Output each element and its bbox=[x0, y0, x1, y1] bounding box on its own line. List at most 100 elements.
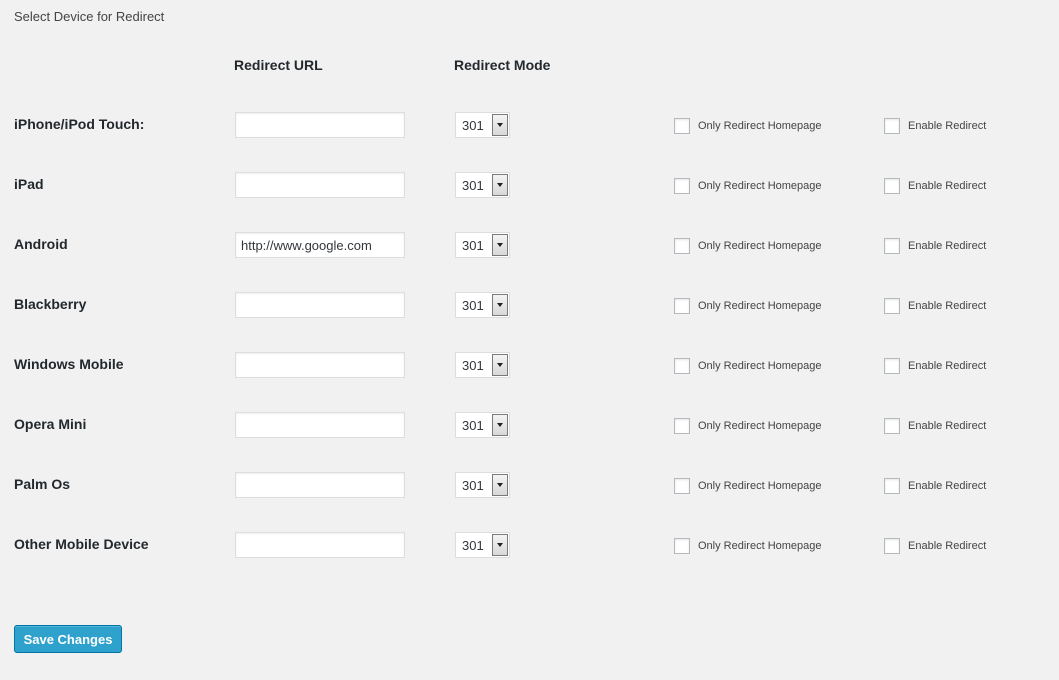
enable-redirect-checkbox[interactable] bbox=[884, 538, 900, 554]
column-header-redirect-url: Redirect URL bbox=[234, 57, 323, 73]
enable-redirect-label: Enable Redirect bbox=[908, 420, 987, 432]
device-label: Other Mobile Device bbox=[14, 536, 149, 552]
redirect-mode-value: 301 bbox=[462, 178, 484, 193]
chevron-down-icon[interactable] bbox=[492, 354, 508, 376]
redirect-mode-value: 301 bbox=[462, 238, 484, 253]
device-label: iPhone/iPod Touch: bbox=[14, 116, 145, 132]
only-redirect-homepage-label: Only Redirect Homepage bbox=[698, 120, 822, 132]
only-redirect-homepage-option[interactable]: Only Redirect Homepage bbox=[674, 538, 822, 554]
device-label: Opera Mini bbox=[14, 416, 87, 432]
save-changes-button[interactable]: Save Changes bbox=[14, 625, 122, 653]
redirect-url-input[interactable] bbox=[235, 232, 405, 258]
chevron-down-icon[interactable] bbox=[492, 294, 508, 316]
enable-redirect-checkbox[interactable] bbox=[884, 298, 900, 314]
redirect-mode-select[interactable]: 301 bbox=[455, 532, 510, 558]
redirect-mode-select[interactable]: 301 bbox=[455, 292, 510, 318]
only-redirect-homepage-checkbox[interactable] bbox=[674, 418, 690, 434]
only-redirect-homepage-option[interactable]: Only Redirect Homepage bbox=[674, 358, 822, 374]
device-row-opera-mini: Opera Mini 301 Only Redirect Homepage Enabl… bbox=[0, 410, 1059, 438]
enable-redirect-label: Enable Redirect bbox=[908, 180, 987, 192]
enable-redirect-checkbox[interactable] bbox=[884, 478, 900, 494]
enable-redirect-option[interactable]: Enable Redirect bbox=[884, 238, 986, 254]
redirect-mode-select[interactable]: 301 bbox=[455, 172, 510, 198]
chevron-down-icon[interactable] bbox=[492, 534, 508, 556]
only-redirect-homepage-option[interactable]: Only Redirect Homepage bbox=[674, 478, 822, 494]
only-redirect-homepage-checkbox[interactable] bbox=[674, 178, 690, 194]
enable-redirect-option[interactable]: Enable Redirect bbox=[884, 538, 986, 554]
only-redirect-homepage-option[interactable]: Only Redirect Homepage bbox=[674, 238, 822, 254]
enable-redirect-option[interactable]: Enable Redirect bbox=[884, 118, 986, 134]
only-redirect-homepage-option[interactable]: Only Redirect Homepage bbox=[674, 178, 822, 194]
only-redirect-homepage-label: Only Redirect Homepage bbox=[698, 420, 822, 432]
device-row-other-mobile-device: Other Mobile Device 301 Only Redirect Home… bbox=[0, 530, 1059, 558]
chevron-down-icon[interactable] bbox=[492, 474, 508, 496]
only-redirect-homepage-label: Only Redirect Homepage bbox=[698, 360, 822, 372]
only-redirect-homepage-label: Only Redirect Homepage bbox=[698, 300, 822, 312]
enable-redirect-checkbox[interactable] bbox=[884, 178, 900, 194]
redirect-mode-value: 301 bbox=[462, 118, 484, 133]
enable-redirect-label: Enable Redirect bbox=[908, 300, 987, 312]
only-redirect-homepage-option[interactable]: Only Redirect Homepage bbox=[674, 298, 822, 314]
only-redirect-homepage-checkbox[interactable] bbox=[674, 298, 690, 314]
redirect-mode-value: 301 bbox=[462, 298, 484, 313]
enable-redirect-label: Enable Redirect bbox=[908, 240, 987, 252]
redirect-url-input[interactable] bbox=[235, 412, 405, 438]
redirect-url-input[interactable] bbox=[235, 172, 405, 198]
only-redirect-homepage-option[interactable]: Only Redirect Homepage bbox=[674, 118, 822, 134]
device-row-ipad: iPad 301 Only Redirect Homepage Enable Redi… bbox=[0, 170, 1059, 198]
redirect-url-input[interactable] bbox=[235, 532, 405, 558]
enable-redirect-option[interactable]: Enable Redirect bbox=[884, 358, 986, 374]
chevron-down-icon[interactable] bbox=[492, 414, 508, 436]
only-redirect-homepage-label: Only Redirect Homepage bbox=[698, 480, 822, 492]
chevron-down-icon[interactable] bbox=[492, 234, 508, 256]
device-label: Android bbox=[14, 236, 68, 252]
redirect-mode-select[interactable]: 301 bbox=[455, 472, 510, 498]
enable-redirect-option[interactable]: Enable Redirect bbox=[884, 178, 986, 194]
redirect-url-input[interactable] bbox=[235, 112, 405, 138]
enable-redirect-option[interactable]: Enable Redirect bbox=[884, 418, 986, 434]
redirect-mode-value: 301 bbox=[462, 418, 484, 433]
redirect-mode-select[interactable]: 301 bbox=[455, 112, 510, 138]
only-redirect-homepage-checkbox[interactable] bbox=[674, 538, 690, 554]
chevron-down-icon[interactable] bbox=[492, 114, 508, 136]
only-redirect-homepage-option[interactable]: Only Redirect Homepage bbox=[674, 418, 822, 434]
enable-redirect-option[interactable]: Enable Redirect bbox=[884, 478, 986, 494]
redirect-mode-value: 301 bbox=[462, 358, 484, 373]
redirect-url-input[interactable] bbox=[235, 292, 405, 318]
only-redirect-homepage-label: Only Redirect Homepage bbox=[698, 180, 822, 192]
chevron-down-icon[interactable] bbox=[492, 174, 508, 196]
device-label: Blackberry bbox=[14, 296, 87, 312]
column-header-redirect-mode: Redirect Mode bbox=[454, 57, 551, 73]
enable-redirect-checkbox[interactable] bbox=[884, 358, 900, 374]
redirect-mode-select[interactable]: 301 bbox=[455, 232, 510, 258]
redirect-mode-value: 301 bbox=[462, 478, 484, 493]
enable-redirect-option[interactable]: Enable Redirect bbox=[884, 298, 986, 314]
device-row-iphone-ipod-touch: iPhone/iPod Touch: 301 Only Redirect Homep… bbox=[0, 110, 1059, 138]
only-redirect-homepage-checkbox[interactable] bbox=[674, 478, 690, 494]
device-row-blackberry: Blackberry 301 Only Redirect Homepage Enabl… bbox=[0, 290, 1059, 318]
only-redirect-homepage-checkbox[interactable] bbox=[674, 238, 690, 254]
redirect-mode-select[interactable]: 301 bbox=[455, 412, 510, 438]
redirect-url-input[interactable] bbox=[235, 472, 405, 498]
device-row-windows-mobile: Windows Mobile 301 Only Redirect Homepage E… bbox=[0, 350, 1059, 378]
enable-redirect-checkbox[interactable] bbox=[884, 418, 900, 434]
enable-redirect-label: Enable Redirect bbox=[908, 360, 987, 372]
device-row-palm-os: Palm Os 301 Only Redirect Homepage Enable R… bbox=[0, 470, 1059, 498]
redirect-url-input[interactable] bbox=[235, 352, 405, 378]
enable-redirect-label: Enable Redirect bbox=[908, 540, 987, 552]
enable-redirect-label: Enable Redirect bbox=[908, 480, 987, 492]
enable-redirect-checkbox[interactable] bbox=[884, 238, 900, 254]
redirect-mode-select[interactable]: 301 bbox=[455, 352, 510, 378]
device-label: iPad bbox=[14, 176, 44, 192]
device-row-android: Android 301 Only Redirect Homepage Enable R… bbox=[0, 230, 1059, 258]
only-redirect-homepage-checkbox[interactable] bbox=[674, 358, 690, 374]
section-title: Select Device for Redirect bbox=[14, 9, 165, 24]
device-label: Palm Os bbox=[14, 476, 71, 492]
enable-redirect-label: Enable Redirect bbox=[908, 120, 987, 132]
only-redirect-homepage-label: Only Redirect Homepage bbox=[698, 540, 822, 552]
redirect-mode-value: 301 bbox=[462, 538, 484, 553]
enable-redirect-checkbox[interactable] bbox=[884, 118, 900, 134]
only-redirect-homepage-label: Only Redirect Homepage bbox=[698, 240, 822, 252]
device-label: Windows Mobile bbox=[14, 356, 124, 372]
only-redirect-homepage-checkbox[interactable] bbox=[674, 118, 690, 134]
